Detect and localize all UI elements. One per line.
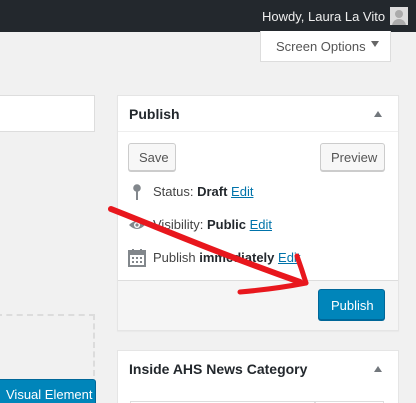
- preview-button[interactable]: Preview: [320, 143, 385, 171]
- publish-actions: Publish: [118, 280, 398, 330]
- howdy-greeting[interactable]: Howdy, Laura La Vito: [262, 9, 385, 24]
- collapse-triangle-icon[interactable]: [374, 366, 382, 372]
- visual-element-label: Visual Element: [6, 387, 93, 402]
- avatar-body: [392, 19, 406, 25]
- save-draft-label: Save: [139, 150, 169, 165]
- publish-box-title: Publish: [129, 106, 180, 122]
- post-title-input[interactable]: [0, 95, 95, 132]
- edit-visibility-link[interactable]: Edit: [250, 217, 272, 232]
- publish-button-label: Publish: [331, 298, 374, 313]
- schedule-value: immediately: [199, 250, 275, 265]
- category-box: Inside AHS News Category: [117, 350, 399, 403]
- visibility-label: Visibility:: [153, 217, 207, 232]
- visibility-value: Public: [206, 217, 246, 232]
- visual-element-button[interactable]: Visual Element: [0, 379, 96, 403]
- status-value: Draft: [197, 184, 228, 199]
- screen-options-button[interactable]: Screen Options: [260, 31, 391, 62]
- preview-label: Preview: [331, 150, 378, 165]
- collapse-triangle-icon[interactable]: [374, 111, 382, 117]
- admin-bar: Howdy, Laura La Vito: [0, 0, 416, 32]
- eye-icon: [128, 215, 146, 235]
- pin-icon: [128, 182, 146, 202]
- avatar-head: [395, 10, 403, 18]
- publish-button[interactable]: Publish: [318, 289, 385, 320]
- publish-box-header[interactable]: Publish: [118, 96, 398, 132]
- edit-status-link[interactable]: Edit: [231, 184, 253, 199]
- triangle-down-icon: [371, 41, 379, 47]
- screen-options-label: Screen Options: [276, 39, 366, 54]
- category-box-title[interactable]: Inside AHS News Category: [129, 361, 307, 377]
- edit-schedule-link[interactable]: Edit: [278, 250, 300, 265]
- calendar-icon: [128, 248, 146, 268]
- editor-drop-area: [0, 314, 95, 376]
- publish-box: Publish Save Preview Status: Draft Edit: [117, 95, 399, 331]
- schedule-label: Publish: [153, 250, 200, 265]
- status-label: Status:: [153, 184, 198, 199]
- save-draft-button[interactable]: Save: [128, 143, 176, 171]
- avatar-icon[interactable]: [390, 7, 408, 25]
